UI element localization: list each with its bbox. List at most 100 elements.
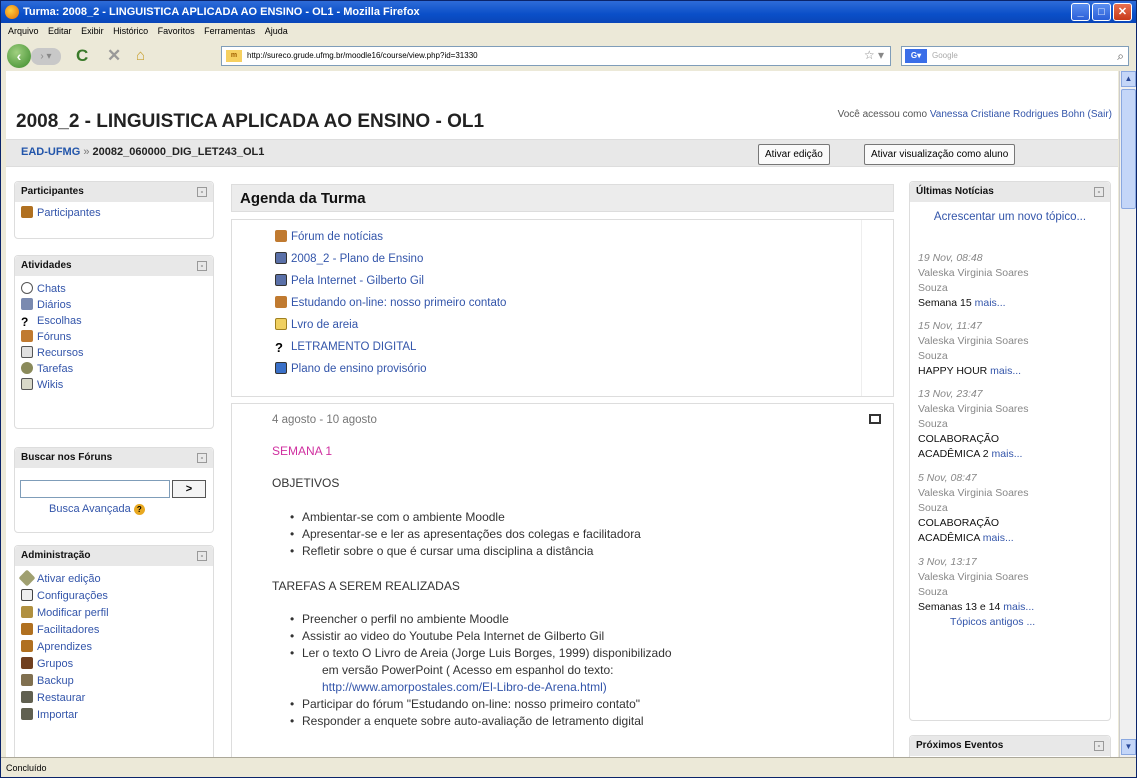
scroll-up-icon[interactable]: ▲ [1121, 71, 1136, 87]
minimize-button[interactable]: _ [1071, 3, 1090, 21]
menu-ajuda[interactable]: Ajuda [265, 26, 288, 36]
google-icon[interactable]: G▾ [905, 49, 927, 63]
browser-window: Turma: 2008_2 - LINGUISTICA APLICADA AO … [0, 0, 1137, 778]
agenda-item-estudando-online[interactable]: Estudando on-line: nosso primeiro contat… [232, 292, 861, 314]
agenda-item-lvro-areia[interactable]: Lvro de areia [232, 314, 861, 336]
page-content: 2008_2 - LINGUISTICA APLICADA AO ENSINO … [6, 71, 1118, 757]
collapse-icon[interactable]: - [197, 453, 207, 463]
more-link[interactable]: mais... [1003, 601, 1034, 613]
task-item: Participar do fórum "Estudando on-line: … [290, 697, 640, 711]
url-text: http://sureco.grude.ufmg.br/moodle16/cou… [247, 51, 478, 60]
journal-icon [21, 298, 33, 310]
agenda-item-forum-noticias[interactable]: Fórum de notícias [232, 226, 861, 248]
news-subject: COLABORAÇÃO [918, 517, 1000, 529]
logout-link[interactable]: (Sair) [1088, 109, 1112, 120]
menu-favoritos[interactable]: Favoritos [158, 26, 195, 36]
agenda-item-letramento-digital[interactable]: ? LETRAMENTO DIGITAL [232, 336, 861, 358]
activity-foruns[interactable]: Fóruns [15, 329, 213, 345]
group-icon [21, 657, 33, 669]
admin-modificar-perfil[interactable]: Modificar perfil [15, 605, 213, 622]
close-button[interactable]: ✕ [1113, 3, 1132, 21]
activity-tarefas[interactable]: Tarefas [15, 361, 213, 377]
admin-grupos[interactable]: Grupos [15, 656, 213, 673]
upcoming-events-block: Próximos Eventos - [909, 735, 1111, 757]
activity-chats[interactable]: Chats [15, 281, 213, 297]
search-placeholder: Google [932, 51, 958, 60]
menu-ferramentas[interactable]: Ferramentas [204, 26, 255, 36]
menu-editar[interactable]: Editar [48, 26, 72, 36]
scroll-thumb[interactable] [1121, 89, 1136, 209]
advanced-search-link[interactable]: Busca Avançada ? [49, 503, 145, 515]
collapse-icon[interactable]: - [197, 187, 207, 197]
forward-arrow-icon[interactable]: › ▾ [31, 48, 61, 65]
activity-escolhas[interactable]: ? Escolhas [15, 313, 213, 329]
menu-bar: Arquivo Editar Exibir Histórico Favorito… [1, 23, 1136, 40]
more-link[interactable]: mais... [992, 448, 1023, 460]
agenda-item-plano-ensino[interactable]: 2008_2 - Plano de Ensino [232, 248, 861, 270]
task-item-cont: em versão PowerPoint ( Acesso em espanho… [322, 663, 614, 677]
news-author: Souza [918, 282, 948, 294]
home-icon[interactable]: ⌂ [136, 45, 145, 67]
agenda-item-pela-internet[interactable]: Pela Internet - Gilberto Gil [232, 270, 861, 292]
news-date: 3 Nov, 13:17 [918, 556, 977, 568]
activity-diarios[interactable]: Diários [15, 297, 213, 313]
breadcrumb-course: 20082_060000_DIG_LET243_OL1 [92, 146, 265, 158]
admin-backup[interactable]: Backup [15, 673, 213, 690]
more-link[interactable]: mais... [990, 365, 1021, 377]
block-title: Últimas Notícias - [910, 182, 1110, 202]
admin-facilitadores[interactable]: Facilitadores [15, 622, 213, 639]
participants-link[interactable]: Participantes [15, 205, 213, 221]
collapse-icon[interactable]: - [197, 551, 207, 561]
window-title: Turma: 2008_2 - LINGUISTICA APLICADA AO … [23, 6, 420, 18]
news-subject: COLABORAÇÃO [918, 433, 1000, 445]
activity-recursos[interactable]: Recursos [15, 345, 213, 361]
agenda-item-plano-provisorio[interactable]: Plano de ensino provisório [232, 358, 861, 380]
document-icon [275, 274, 287, 286]
text-link[interactable]: http://www.amorpostales.com/El-Libro-de-… [322, 680, 607, 694]
page-scrollbar[interactable]: ▲ ▼ [1119, 71, 1136, 757]
search-box[interactable]: G▾ Google ⌕ [901, 46, 1129, 66]
help-icon[interactable]: ? [133, 504, 145, 515]
task-item: Responder a enquete sobre auto-avaliação… [290, 714, 644, 728]
scroll-down-icon[interactable]: ▼ [1121, 739, 1136, 755]
collapse-icon[interactable]: - [1094, 741, 1104, 751]
more-link[interactable]: mais... [983, 532, 1014, 544]
add-topic-link[interactable]: Acrescentar um novo tópico... [920, 211, 1100, 223]
search-icon[interactable]: ⌕ [1117, 47, 1124, 65]
forum-search-go-button[interactable]: > [172, 480, 206, 498]
older-topics-link[interactable]: Tópicos antigos ... [950, 616, 1035, 628]
admin-aprendizes[interactable]: Aprendizes [15, 639, 213, 656]
enable-edit-button[interactable]: Ativar edição [758, 144, 830, 165]
stop-icon[interactable]: ✕ [107, 45, 121, 67]
user-link[interactable]: Vanessa Cristiane Rodrigues Bohn [930, 109, 1085, 120]
show-only-week-icon[interactable] [869, 414, 881, 424]
menu-historico[interactable]: Histórico [113, 26, 148, 36]
admin-importar[interactable]: Importar [15, 707, 213, 724]
collapse-icon[interactable]: - [197, 261, 207, 271]
student-view-button[interactable]: Ativar visualização como aluno [864, 144, 1016, 165]
task-item: Preencher o perfil no ambiente Moodle [290, 612, 509, 626]
collapse-icon[interactable]: - [1094, 187, 1104, 197]
question-icon: ? [275, 340, 283, 355]
backup-icon [21, 674, 33, 686]
menu-exibir[interactable]: Exibir [81, 26, 104, 36]
admin-configuracoes[interactable]: Configurações [15, 588, 213, 605]
bookmark-star-icon[interactable]: ☆ ▾ [864, 46, 884, 64]
import-icon [21, 708, 33, 720]
menu-arquivo[interactable]: Arquivo [8, 26, 39, 36]
address-bar[interactable]: m http://sureco.grude.ufmg.br/moodle16/c… [221, 46, 891, 66]
activity-wikis[interactable]: Wikis [15, 377, 213, 393]
forum-search-input[interactable] [20, 480, 170, 498]
page-title: 2008_2 - LINGUISTICA APLICADA AO ENSINO … [16, 111, 485, 132]
admin-ativar-edicao[interactable]: Ativar edição [15, 569, 213, 588]
activities-block: Atividades - Chats Diários ? Escolhas Fóru… [14, 255, 214, 429]
assignment-icon [21, 362, 33, 374]
maximize-button[interactable]: □ [1092, 3, 1111, 21]
more-link[interactable]: mais... [975, 297, 1006, 309]
tasks-title: TAREFAS A SEREM REALIZADAS [272, 579, 460, 593]
reload-icon[interactable]: C [76, 45, 88, 67]
login-prefix: Você acessou como [837, 109, 928, 120]
breadcrumb-home[interactable]: EAD-UFMG [21, 146, 80, 158]
admin-restaurar[interactable]: Restaurar [15, 690, 213, 707]
back-arrow-icon[interactable]: ‹ [7, 44, 31, 68]
